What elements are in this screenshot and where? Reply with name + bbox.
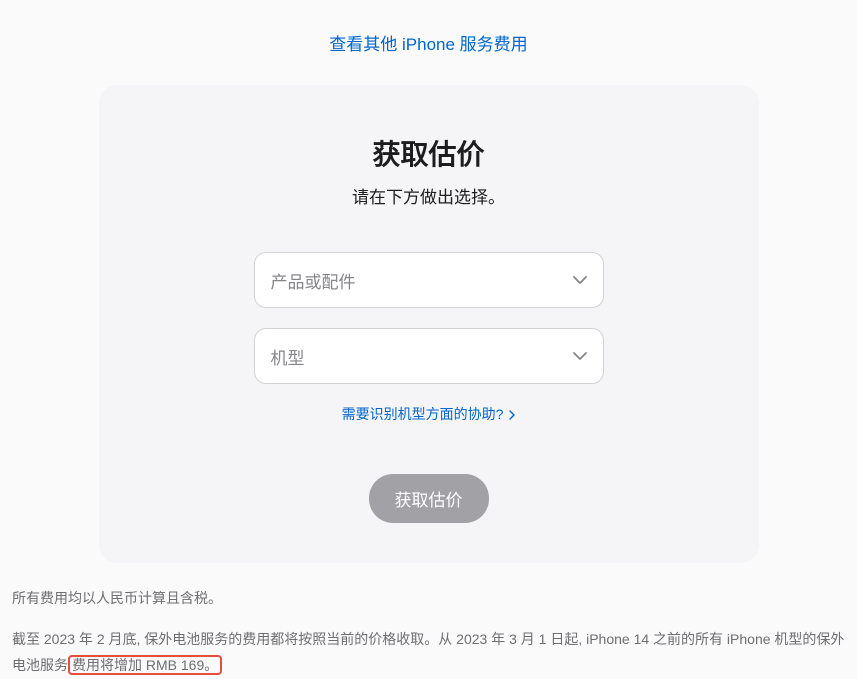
product-select-placeholder: 产品或配件 — [271, 268, 356, 293]
card-subtitle: 请在下方做出选择。 — [139, 183, 719, 208]
chevron-right-icon — [509, 407, 515, 423]
model-select-wrapper: 机型 — [254, 328, 604, 384]
model-select[interactable]: 机型 — [254, 328, 604, 384]
footer-highlight: 费用将增加 RMB 169。 — [68, 655, 222, 675]
footer-line-1: 所有费用均以人民币计算且含税。 — [12, 585, 845, 612]
model-select-placeholder: 机型 — [271, 344, 305, 369]
footer-line-2: 截至 2023 年 2 月底, 保外电池服务的费用都将按照当前的价格收取。从 2… — [12, 626, 845, 679]
card-title: 获取估价 — [139, 133, 719, 173]
estimate-card: 获取估价 请在下方做出选择。 产品或配件 机型 需要识别机型方面的协助? 获取估… — [99, 85, 759, 563]
footer-text: 所有费用均以人民币计算且含税。 截至 2023 年 2 月底, 保外电池服务的费… — [0, 563, 857, 679]
view-other-services-link[interactable]: 查看其他 iPhone 服务费用 — [329, 35, 527, 54]
product-select-wrapper: 产品或配件 — [254, 252, 604, 308]
chevron-down-icon — [573, 352, 587, 360]
get-estimate-button[interactable]: 获取估价 — [369, 474, 489, 523]
product-select[interactable]: 产品或配件 — [254, 252, 604, 308]
top-link-container: 查看其他 iPhone 服务费用 — [0, 0, 857, 75]
chevron-down-icon — [573, 276, 587, 284]
help-link-container: 需要识别机型方面的协助? — [139, 404, 719, 424]
help-link-label: 需要识别机型方面的协助? — [342, 406, 504, 422]
identify-model-help-link[interactable]: 需要识别机型方面的协助? — [342, 406, 516, 422]
